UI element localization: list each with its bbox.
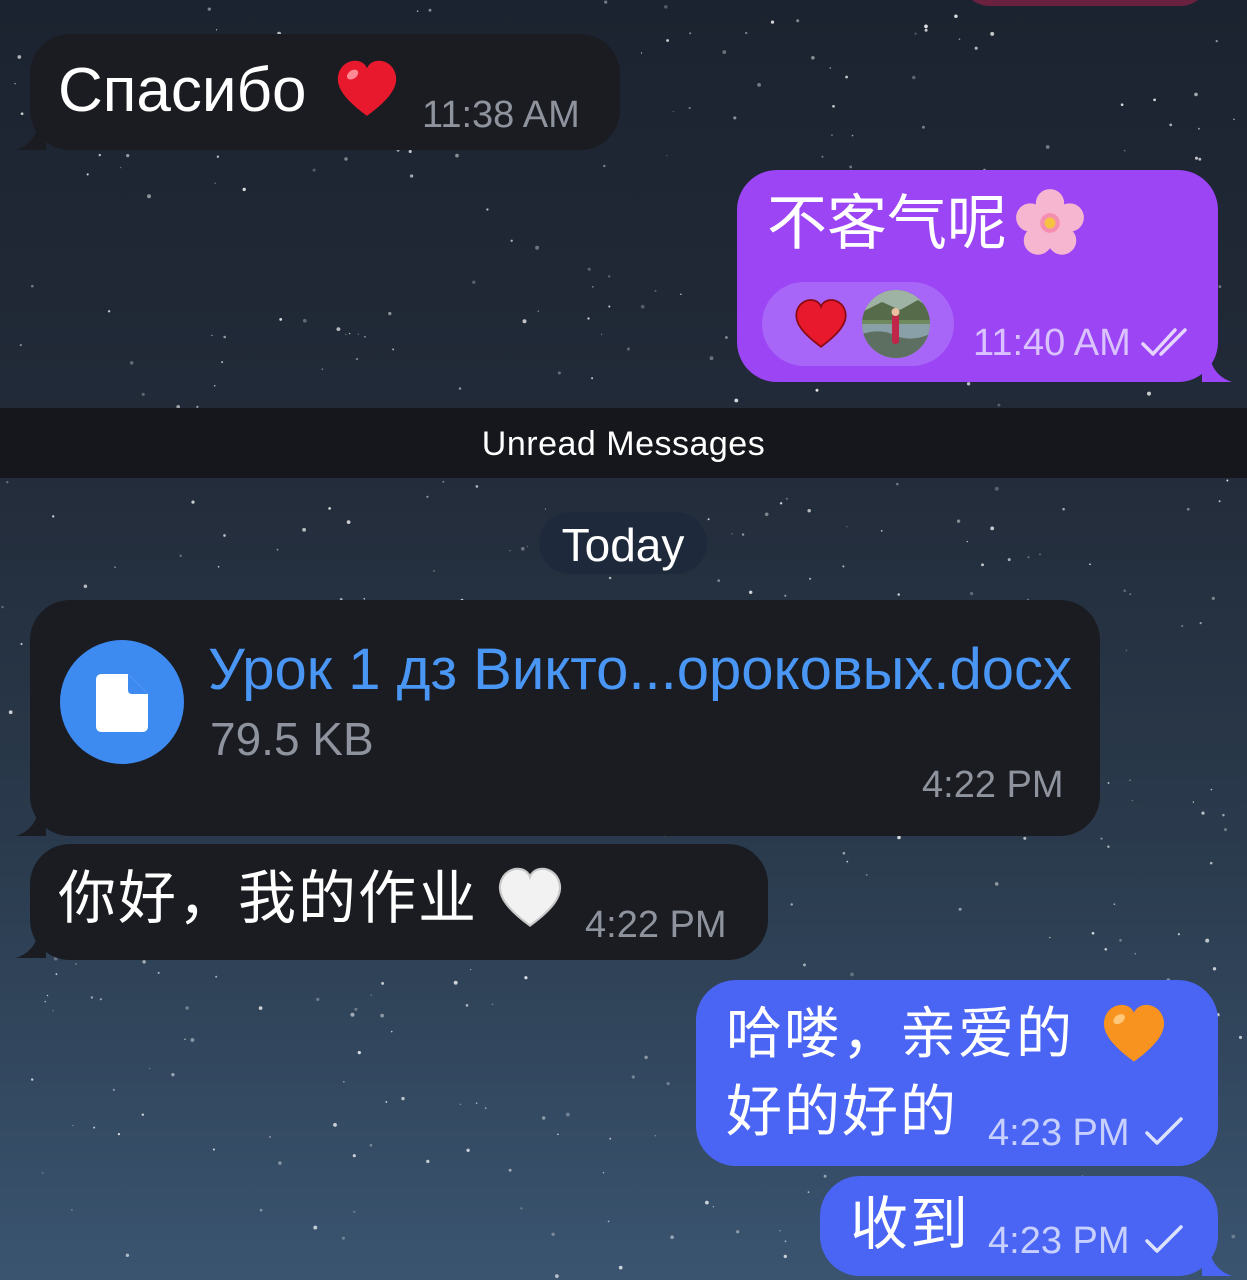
single-check-icon <box>1145 1117 1183 1145</box>
message-bubble-outgoing[interactable]: 收到 4:23 PM <box>820 1176 1218 1276</box>
file-size: 79.5 KB <box>210 713 374 765</box>
message-text: 不客气呢 <box>767 190 1007 257</box>
orange-heart-icon <box>1103 1004 1165 1062</box>
message-text: Спасибо <box>58 56 307 125</box>
unread-messages-label: Unread Messages <box>481 425 766 463</box>
message-time: 4:22 PM <box>922 764 1064 806</box>
single-check-icon <box>1145 1225 1183 1253</box>
previous-message-bubble-clipped[interactable] <box>960 0 1210 6</box>
message-text-line1: 哈喽，亲爱的 <box>726 1002 1074 1065</box>
message-bubble-outgoing[interactable]: 不客气呢 11:40 AM <box>737 170 1218 382</box>
double-check-icon <box>1141 328 1187 356</box>
red-heart-reaction-icon <box>795 299 847 348</box>
message-time: 4:23 PM <box>988 1112 1130 1154</box>
reactor-avatar[interactable] <box>862 290 930 358</box>
file-name-link[interactable]: Урок 1 дз Викто...ороковых.docx <box>208 636 1072 703</box>
white-heart-icon <box>498 867 562 927</box>
cherry-blossom-icon <box>1016 189 1084 255</box>
message-time: 11:38 AM <box>422 94 580 136</box>
date-label: Today <box>561 519 685 571</box>
file-download-button[interactable] <box>60 640 184 764</box>
red-heart-icon <box>337 60 397 116</box>
message-text: 收到 <box>850 1192 971 1257</box>
message-time: 4:22 PM <box>585 904 727 946</box>
unread-messages-separator: Unread Messages <box>0 408 1247 478</box>
document-icon <box>96 674 148 732</box>
message-text: 你好，我的作业 <box>58 866 479 931</box>
message-bubble-incoming[interactable]: Спасибо 11:38 AM <box>30 34 620 150</box>
message-time: 11:40 AM <box>973 322 1131 364</box>
message-text-line2: 好的好的 <box>726 1080 958 1143</box>
message-bubble-incoming[interactable]: 你好，我的作业 4:22 PM <box>30 844 768 960</box>
message-time: 4:23 PM <box>988 1220 1130 1262</box>
date-header: Today <box>539 512 707 574</box>
message-bubble-outgoing[interactable]: 哈喽，亲爱的 好的好的 4:23 PM <box>696 980 1218 1166</box>
